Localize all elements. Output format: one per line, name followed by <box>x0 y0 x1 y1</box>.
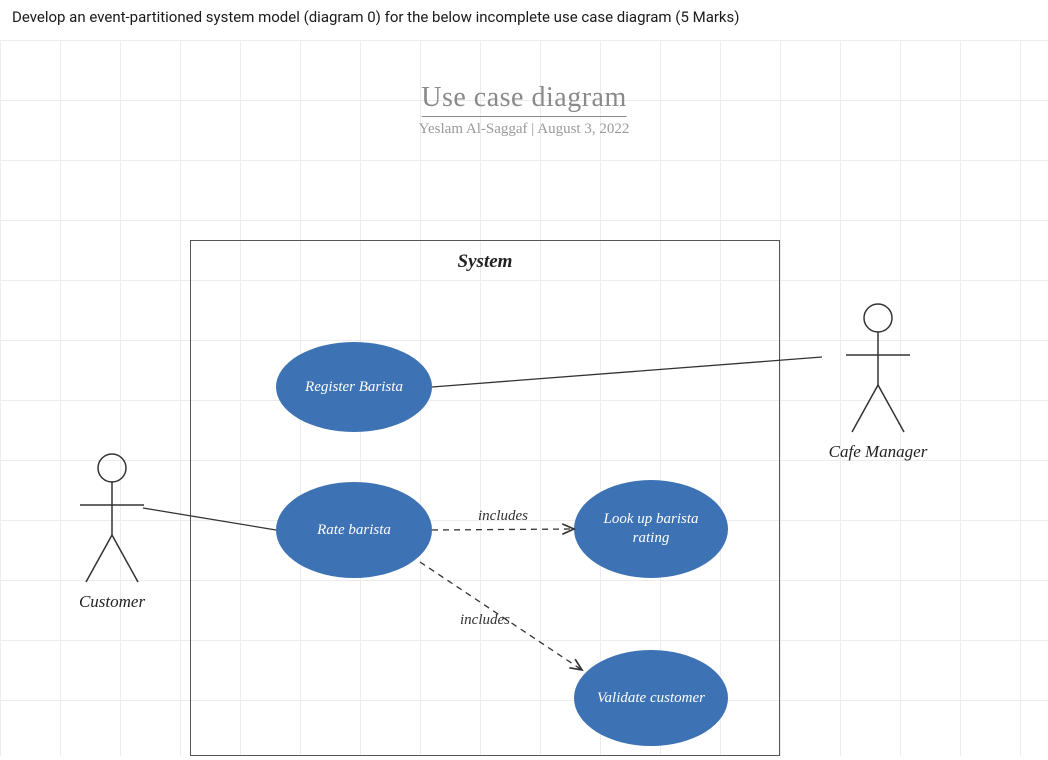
diagram-author: Yeslam Al-Saggaf <box>419 121 528 137</box>
diagram-title-block: Use case diagram Yeslam Al-Saggaf | Augu… <box>419 82 630 138</box>
actor-customer: Customer <box>62 450 162 612</box>
actor-customer-label: Customer <box>62 592 162 612</box>
question-text: Develop an event-partitioned system mode… <box>0 0 1048 41</box>
diagram-subtitle: Yeslam Al-Saggaf | August 3, 2022 <box>419 121 630 138</box>
usecase-lookup-rating: Look up barista rating <box>574 480 728 578</box>
usecase-register-barista: Register Barista <box>276 342 432 432</box>
usecase-label: Validate customer <box>597 689 705 708</box>
usecase-label: Look up barista rating <box>592 510 710 548</box>
actor-icon <box>838 300 918 440</box>
system-label: System <box>458 251 513 273</box>
usecase-rate-barista: Rate barista <box>276 482 432 578</box>
usecase-label: Rate barista <box>317 521 391 540</box>
includes-label-2: includes <box>460 612 510 629</box>
actor-manager: Cafe Manager <box>818 300 938 462</box>
actor-icon <box>72 450 152 590</box>
actor-manager-label: Cafe Manager <box>818 442 938 462</box>
usecase-validate-customer: Validate customer <box>574 650 728 746</box>
diagram-canvas: Use case diagram Yeslam Al-Saggaf | Augu… <box>0 40 1048 756</box>
includes-label-1: includes <box>478 508 528 525</box>
diagram-title: Use case diagram <box>421 82 626 117</box>
usecase-label: Register Barista <box>305 378 403 397</box>
diagram-date: August 3, 2022 <box>537 121 629 137</box>
